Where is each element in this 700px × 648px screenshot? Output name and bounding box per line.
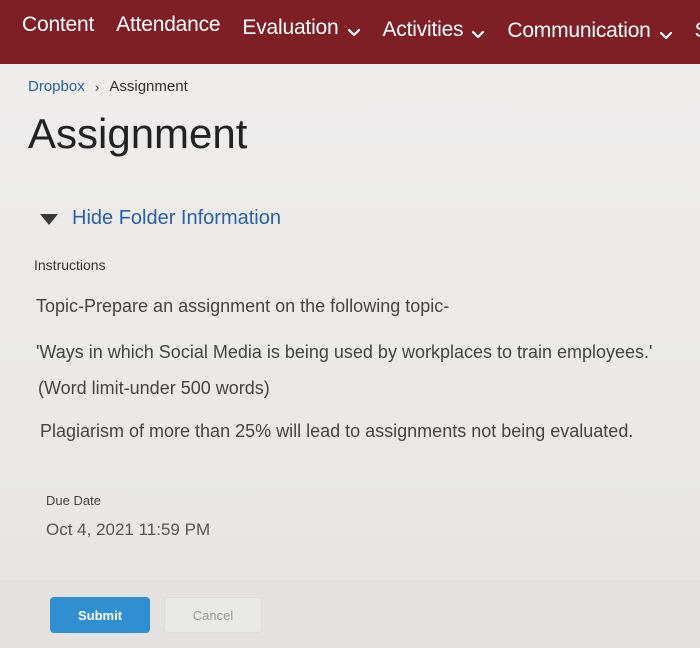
nav-item-label: Activities	[382, 18, 464, 41]
due-date-value: Oct 4, 2021 11:59 PM	[46, 520, 211, 539]
instruction-line: Topic-Prepare an assignment on the follo…	[36, 296, 450, 316]
nav-item-label: S	[695, 19, 700, 43]
due-date-heading: Due Date	[46, 493, 101, 508]
nav-item-label: Communication	[507, 19, 651, 42]
nav-item-activities[interactable]: Activities	[383, 18, 486, 42]
cancel-button[interactable]: Cancel	[164, 597, 262, 633]
instruction-line: 'Ways in which Social Media is being use…	[36, 342, 653, 362]
instruction-line: (Word limit-under 500 words)	[38, 378, 270, 398]
instruction-line: Plagiarism of more than 25% will lead to…	[40, 421, 634, 441]
nav-item-truncated[interactable]: S	[695, 19, 700, 43]
chevron-down-icon	[347, 21, 361, 37]
assignment-page: Content Attendance Evaluation Activities…	[0, 0, 700, 648]
top-navigation-bar: Content Attendance Evaluation Activities…	[0, 0, 700, 64]
breadcrumb-current: Assignment	[109, 78, 188, 95]
submit-button[interactable]: Submit	[50, 597, 150, 633]
nav-item-label: Attendance	[116, 13, 221, 36]
page-title: Assignment	[28, 110, 248, 157]
triangle-down-icon	[40, 213, 58, 225]
toggle-label: Hide Folder Information	[72, 207, 281, 229]
nav-item-attendance[interactable]: Attendance	[116, 13, 220, 37]
nav-item-label: Content	[22, 13, 95, 36]
nav-item-communication[interactable]: Communication	[507, 19, 672, 43]
instructions-heading: Instructions	[34, 257, 106, 273]
nav-item-evaluation[interactable]: Evaluation	[242, 16, 360, 40]
breadcrumb-link-dropbox[interactable]: Dropbox	[28, 78, 85, 95]
nav-item-content[interactable]: Content	[22, 13, 94, 37]
breadcrumb: Dropbox › Assignment	[28, 78, 188, 95]
chevron-down-icon	[471, 23, 485, 39]
hide-folder-information-toggle[interactable]: Hide Folder Information	[40, 207, 281, 230]
chevron-right-icon: ›	[94, 78, 100, 95]
nav-item-label: Evaluation	[242, 16, 339, 39]
chevron-down-icon	[659, 24, 673, 40]
